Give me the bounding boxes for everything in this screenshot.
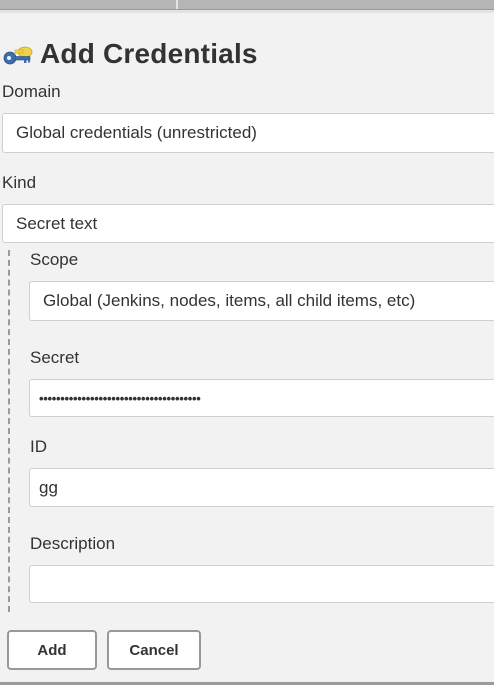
id-label: ID	[30, 437, 47, 456]
domain-select-value: Global credentials (unrestricted)	[16, 123, 257, 142]
secret-label: Secret	[30, 348, 80, 367]
id-input-value: gg	[39, 477, 58, 497]
scope-label: Scope	[30, 250, 79, 269]
id-input[interactable]: gg	[29, 468, 494, 507]
description-label: Description	[30, 534, 116, 553]
content-divider	[0, 10, 494, 13]
kind-select-value: Secret text	[16, 213, 98, 233]
scope-select-value: Global (Jenkins, nodes, items, all child…	[43, 291, 416, 310]
secret-input-value: ••••••••••••••••••••••••••••••••••••••	[39, 390, 201, 406]
domain-select[interactable]: Global credentials (unrestricted)	[2, 113, 494, 153]
page-title: Add Credentials	[40, 38, 258, 69]
add-button[interactable]: Add	[7, 630, 97, 670]
page-header: Add Credentials	[2, 36, 258, 72]
kind-select[interactable]: Secret text	[2, 204, 494, 243]
domain-label: Domain	[2, 82, 61, 101]
cancel-button[interactable]: Cancel	[107, 630, 201, 670]
secret-input[interactable]: ••••••••••••••••••••••••••••••••••••••	[29, 379, 494, 417]
kind-label: Kind	[2, 173, 37, 192]
top-toolbar	[0, 0, 494, 10]
description-input[interactable]	[29, 565, 494, 603]
scope-select[interactable]: Global (Jenkins, nodes, items, all child…	[29, 281, 494, 321]
toolbar-divider	[176, 0, 178, 9]
add-credentials-page: Add Credentials Domain Global credential…	[0, 0, 494, 685]
credentials-key-icon	[2, 40, 34, 68]
nested-section-guide	[8, 250, 10, 612]
